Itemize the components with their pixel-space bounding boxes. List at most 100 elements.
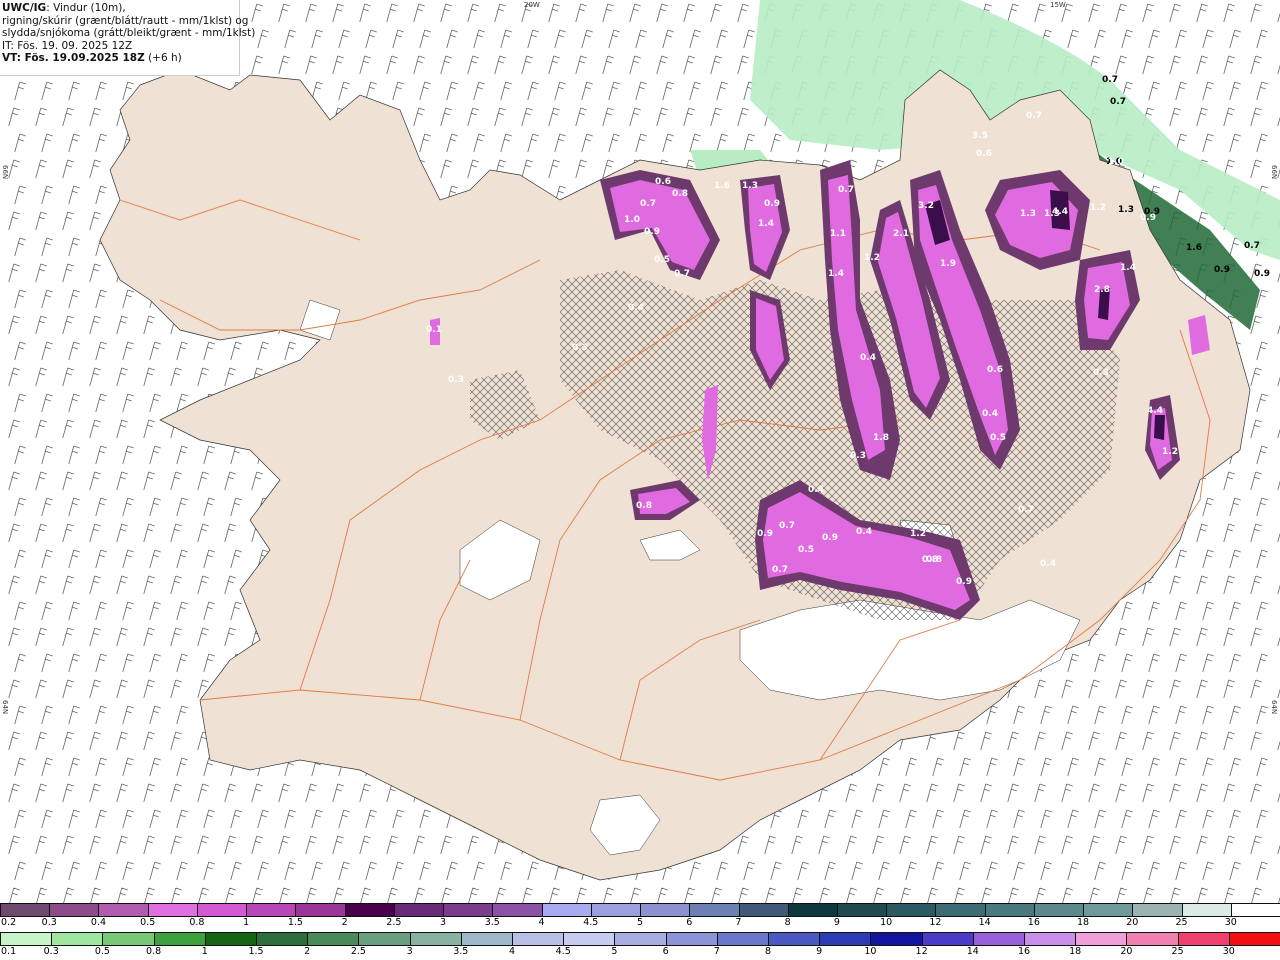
precip-value-label: 0.7 bbox=[779, 521, 795, 531]
legend-color-swatch bbox=[819, 932, 872, 946]
legend-tick-label: 10 bbox=[864, 946, 877, 957]
legend-color-swatch bbox=[716, 932, 770, 946]
precip-value-label: 0.3 bbox=[572, 343, 588, 353]
legend-color-swatch bbox=[886, 903, 937, 917]
precip-value-label: 0.7 bbox=[674, 269, 690, 279]
title-line3: slydda/snjókoma (grátt/bleikt/grænt - mm… bbox=[2, 27, 256, 39]
legend-tick-label: 18 bbox=[1069, 946, 1082, 957]
legend-color-swatch bbox=[256, 932, 309, 946]
forecast-offset: (+6 h) bbox=[144, 52, 182, 64]
legend-tick-label: 8 bbox=[764, 946, 772, 957]
precip-value-label: 1.2 bbox=[864, 253, 880, 263]
valid-time: VT: Fös. 19.09.2025 18Z bbox=[2, 52, 145, 64]
legend-color-swatch bbox=[51, 932, 104, 946]
precip-value-label: 0.5 bbox=[654, 255, 670, 265]
precip-value-label: 0.9 bbox=[644, 227, 660, 237]
precip-value-label: 1.2 bbox=[1090, 203, 1106, 213]
legend-tick-label: 2.5 bbox=[386, 917, 402, 928]
precip-value-label: 0.1 bbox=[426, 325, 442, 335]
legend-color-swatch bbox=[836, 903, 888, 917]
legend-color-swatch bbox=[460, 932, 514, 946]
legend-tick-label: 10 bbox=[880, 917, 893, 928]
precip-value-label: 2.8 bbox=[1094, 285, 1110, 295]
precip-value-label: 3.2 bbox=[918, 201, 934, 211]
legend-color-swatch bbox=[492, 903, 543, 917]
legend-tick-label: 6 bbox=[662, 946, 669, 957]
legend-tick-label: 0.1 bbox=[1, 946, 17, 957]
precip-value-label: 4.4 bbox=[1147, 406, 1163, 416]
precip-value-label: 0.7 bbox=[640, 199, 656, 209]
precip-value-label: 1.2 bbox=[910, 529, 926, 539]
legend-tick-label: 25 bbox=[1171, 946, 1184, 957]
rain-legend-labels: 0.1 0.3 0.5 0.8 1 1.5 2 2.5 3 3.5 4 4.5 5 6 7 8 9 10 12 14 1… bbox=[0, 946, 1280, 960]
precip-value-label: 0.6 bbox=[655, 177, 671, 187]
lon-label-20w: 20W bbox=[524, 1, 540, 9]
precip-value-label: 1.4 bbox=[828, 269, 844, 279]
precip-value-label: 0.3 bbox=[850, 451, 866, 461]
legend-tick-label: 0.8 bbox=[146, 946, 162, 957]
legend-tick-label: 9 bbox=[816, 946, 823, 957]
legend-tick-label: 20 bbox=[1126, 917, 1139, 928]
precip-value-label: 0.7 bbox=[1110, 97, 1126, 107]
legend-tick-label: 14 bbox=[966, 946, 979, 957]
title-line2: rigning/skúrir (grænt/blátt/rautt - mm/1… bbox=[2, 14, 249, 27]
precip-value-label: 1.0 bbox=[1108, 157, 1124, 167]
legend-color-swatch bbox=[541, 903, 592, 917]
precip-value-label: 0.7 bbox=[1018, 505, 1034, 515]
legend-tick-label: 30 bbox=[1224, 917, 1237, 928]
legend-color-swatch bbox=[590, 903, 642, 917]
precip-value-label: 3.5 bbox=[972, 131, 988, 141]
legend-tick-label: 14 bbox=[978, 917, 991, 928]
legend-color-swatch bbox=[563, 932, 616, 946]
legend-tick-label: 3.5 bbox=[453, 946, 469, 957]
legend-tick-label: 4.5 bbox=[583, 917, 599, 928]
legend-tick-label: 0.8 bbox=[189, 917, 205, 928]
legend-color-swatch bbox=[921, 932, 974, 946]
legend-color-swatch bbox=[1083, 903, 1134, 917]
precip-value-label: 0.7 bbox=[1026, 111, 1042, 121]
legend-color-swatch bbox=[689, 903, 740, 917]
precip-value-label: 0.9 bbox=[764, 199, 780, 209]
brand-label: UWC/IG bbox=[2, 2, 47, 14]
precip-value-label: 0.4 bbox=[628, 303, 644, 313]
legend-color-swatch bbox=[204, 932, 258, 946]
legend-color-swatch bbox=[153, 932, 206, 946]
legend-tick-label: 1.5 bbox=[248, 946, 264, 957]
legend-color-swatch bbox=[443, 903, 494, 917]
precip-value-label: 0.4 bbox=[808, 485, 824, 495]
legend-tick-label: 0.2 bbox=[1, 917, 17, 928]
precip-value-label: 1.3 bbox=[742, 181, 758, 191]
precip-value-label: 1.9 bbox=[940, 259, 956, 269]
legend-color-swatch bbox=[0, 903, 51, 917]
legend-color-swatch bbox=[344, 903, 395, 917]
lat-label-66n-right: 66N bbox=[1270, 165, 1278, 180]
legend-color-swatch bbox=[512, 932, 565, 946]
legend-color-swatch bbox=[665, 932, 718, 946]
precip-value-label: 0.7 bbox=[1244, 241, 1260, 251]
legend-color-swatch bbox=[1132, 903, 1183, 917]
legend-color-swatch bbox=[640, 903, 691, 917]
legend-tick-label: 7 bbox=[713, 946, 720, 957]
precip-value-label: 0.5 bbox=[798, 545, 814, 555]
rain-color-legend bbox=[0, 932, 1280, 946]
precip-value-label: 0.7 bbox=[1102, 75, 1118, 85]
legend-tick-label: 12 bbox=[915, 946, 928, 957]
legend-tick-label: 7 bbox=[735, 917, 742, 928]
legend-color-swatch bbox=[984, 903, 1035, 917]
precip-value-label: 0.3 bbox=[1093, 368, 1109, 378]
precip-value-label: 0.6 bbox=[976, 149, 992, 159]
precip-value-label: 1.1 bbox=[830, 229, 846, 239]
legend-color-swatch bbox=[1228, 932, 1280, 946]
precip-value-label: 0.9 bbox=[822, 533, 838, 543]
legend-color-swatch bbox=[307, 932, 360, 946]
precip-value-label: 0.8 bbox=[636, 501, 652, 511]
precip-value-label: 0.6 bbox=[987, 365, 1003, 375]
precip-value-label: 0.9 bbox=[956, 577, 972, 587]
precip-value-label: 0.7 bbox=[772, 565, 788, 575]
precip-value-label: 2.1 bbox=[893, 229, 909, 239]
legend-tick-label: 3.5 bbox=[484, 917, 500, 928]
precip-value-label: 0.3 bbox=[448, 375, 464, 385]
legend-color-swatch bbox=[1024, 932, 1077, 946]
legend-color-swatch bbox=[1033, 903, 1085, 917]
legend-tick-label: 1.5 bbox=[287, 917, 303, 928]
